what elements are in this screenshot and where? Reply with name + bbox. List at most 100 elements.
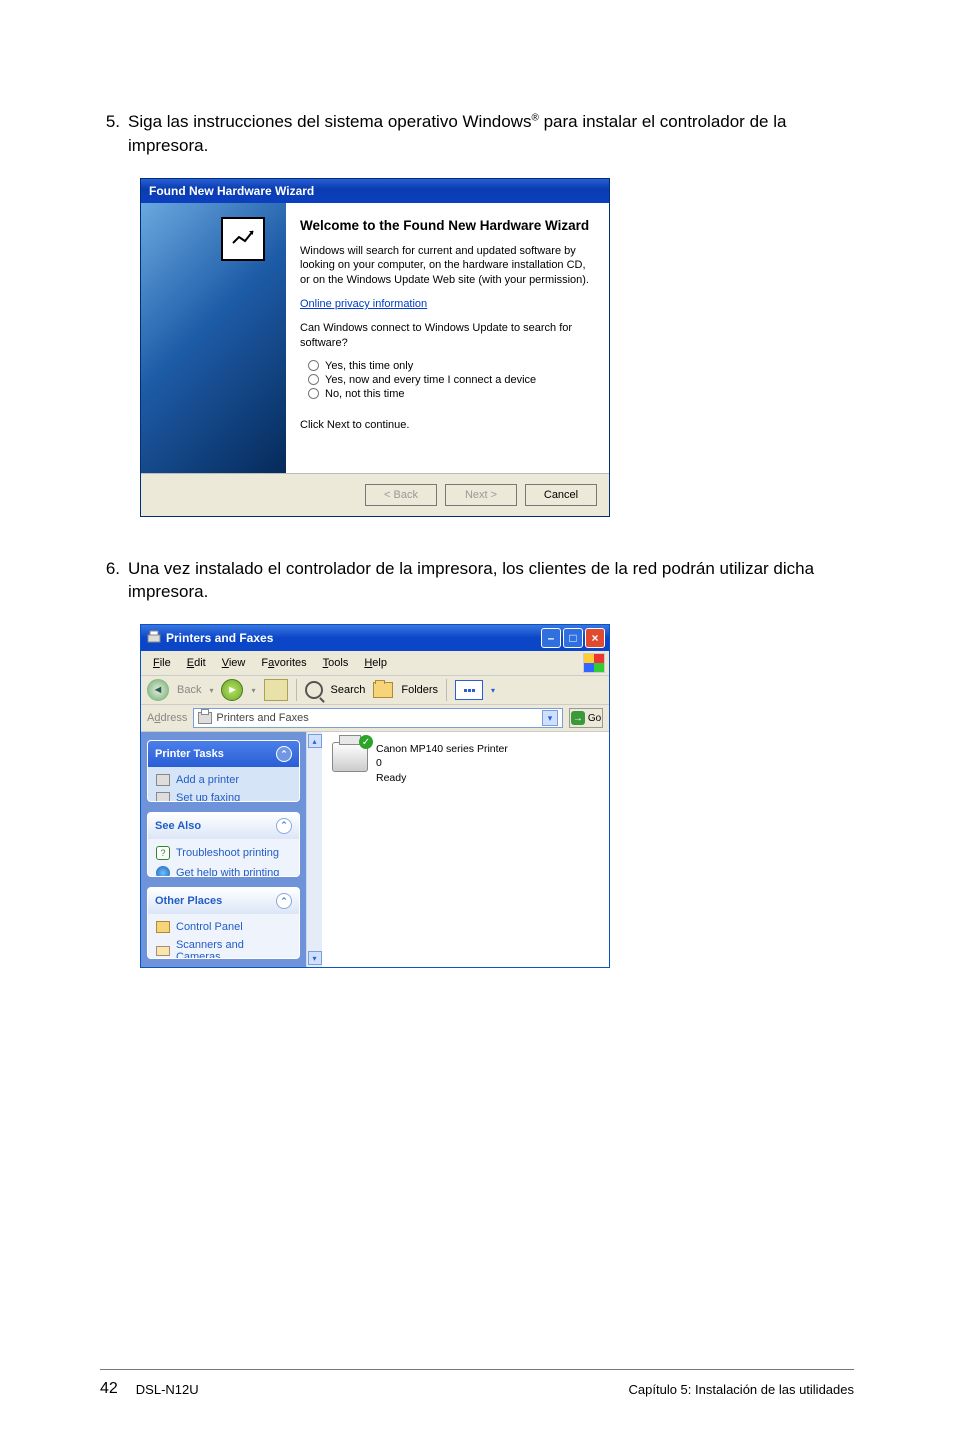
add-printer-label: Add a printer xyxy=(176,774,239,786)
menu-edit[interactable]: Edit xyxy=(179,655,214,671)
window-titlebar[interactable]: Printers and Faxes – □ × xyxy=(141,625,609,651)
printer-item[interactable]: ✓ Canon MP140 series Printer 0 Ready xyxy=(332,742,599,785)
chevron-up-icon: ⌃ xyxy=(276,746,292,762)
back-label: Back xyxy=(177,684,201,696)
printer-tasks-title: Printer Tasks xyxy=(155,748,224,760)
next-button[interactable]: Next > xyxy=(445,484,517,506)
scanners-label: Scanners and Cameras xyxy=(176,939,291,959)
page-number: 42 xyxy=(100,1380,118,1398)
address-dropdown-icon[interactable]: ▾ xyxy=(542,710,558,726)
search-icon[interactable] xyxy=(305,681,323,699)
printer-tasks-header[interactable]: Printer Tasks ⌃ xyxy=(148,741,299,767)
other-places-header[interactable]: Other Places ⌃ xyxy=(148,888,299,914)
menu-file-rest: ile xyxy=(160,657,171,669)
menu-tools[interactable]: Tools xyxy=(315,655,357,671)
radio-yes-once-label: Yes, this time only xyxy=(325,360,413,372)
get-help-label: Get help with printing xyxy=(176,867,279,877)
printers-and-faxes-window: Printers and Faxes – □ × File Edit View … xyxy=(140,624,610,968)
folders-icon[interactable] xyxy=(373,682,393,698)
see-also-body: ? Troubleshoot printing Get help with pri… xyxy=(148,839,299,877)
search-label[interactable]: Search xyxy=(331,684,366,696)
tasks-pane: Printer Tasks ⌃ Add a printer Set up fax… xyxy=(141,732,306,967)
add-printer-icon xyxy=(156,774,170,786)
go-label: Go xyxy=(588,713,601,724)
radio-yes-always-label: Yes, now and every time I connect a devi… xyxy=(325,374,536,386)
printers-list: ✓ Canon MP140 series Printer 0 Ready xyxy=(322,732,609,967)
cancel-button[interactable]: Cancel xyxy=(525,484,597,506)
back-button-icon[interactable]: ◄ xyxy=(147,679,169,701)
step-5: 5. Siga las instrucciones del sistema op… xyxy=(100,110,854,158)
printer-docs: 0 xyxy=(376,756,508,770)
chevron-up-icon: ⌃ xyxy=(276,818,292,834)
wizard-content: Welcome to the Found New Hardware Wizard… xyxy=(286,203,609,473)
see-also-title: See Also xyxy=(155,820,201,832)
wizard-continue-hint: Click Next to continue. xyxy=(300,418,595,432)
menu-help[interactable]: Help xyxy=(356,655,395,671)
fax-icon xyxy=(156,792,170,802)
troubleshoot-link[interactable]: ? Troubleshoot printing xyxy=(148,843,299,863)
go-button[interactable]: → Go xyxy=(569,708,603,728)
printer-name: Canon MP140 series Printer xyxy=(376,742,508,756)
maximize-button[interactable]: □ xyxy=(563,628,583,648)
toolbar: ◄ Back ▾ ► ▾ Search Folders ▾ xyxy=(141,676,609,705)
back-button: < Back xyxy=(365,484,437,506)
window-body: Printer Tasks ⌃ Add a printer Set up fax… xyxy=(141,732,609,967)
folder-icon xyxy=(156,921,170,933)
wizard-heading: Welcome to the Found New Hardware Wizard xyxy=(300,217,595,235)
step-5-text-a: Siga las instrucciones del sistema opera… xyxy=(128,112,531,131)
printer-tasks-panel: Printer Tasks ⌃ Add a printer Set up fax… xyxy=(147,740,300,802)
scanners-link[interactable]: Scanners and Cameras xyxy=(148,936,299,959)
scroll-down-icon[interactable]: ▾ xyxy=(308,951,322,965)
address-printer-icon xyxy=(198,712,212,724)
wizard-question: Can Windows connect to Windows Update to… xyxy=(300,321,595,350)
minimize-button[interactable]: – xyxy=(541,628,561,648)
up-button-icon[interactable] xyxy=(264,679,288,701)
control-panel-link[interactable]: Control Panel xyxy=(148,918,299,936)
troubleshoot-label: Troubleshoot printing xyxy=(176,847,279,859)
help-icon: ? xyxy=(156,846,170,860)
get-help-link[interactable]: Get help with printing xyxy=(148,863,299,877)
printer-status: Ready xyxy=(376,771,508,785)
folders-label[interactable]: Folders xyxy=(401,684,438,696)
menu-bar: File Edit View Favorites Tools Help xyxy=(141,651,609,676)
add-printer-link[interactable]: Add a printer xyxy=(148,771,299,789)
printer-tasks-body: Add a printer Set up faxing xyxy=(148,767,299,802)
radio-yes-once[interactable]: Yes, this time only xyxy=(308,360,595,372)
close-button[interactable]: × xyxy=(585,628,605,648)
radio-icon xyxy=(308,388,319,399)
scanner-icon xyxy=(156,946,170,956)
radio-no[interactable]: No, not this time xyxy=(308,388,595,400)
menu-view[interactable]: View xyxy=(214,655,254,671)
go-arrow-icon: → xyxy=(571,711,585,725)
radio-icon xyxy=(308,360,319,371)
check-icon: ✓ xyxy=(359,735,373,749)
forward-button-icon[interactable]: ► xyxy=(221,679,243,701)
radio-yes-always[interactable]: Yes, now and every time I connect a devi… xyxy=(308,374,595,386)
menu-favorites[interactable]: Favorites xyxy=(253,655,314,671)
hardware-icon xyxy=(221,217,265,261)
windows-logo-icon xyxy=(583,653,605,673)
address-input[interactable]: Printers and Faxes ▾ xyxy=(193,708,563,728)
views-button[interactable] xyxy=(455,680,483,700)
scroll-up-icon[interactable]: ▴ xyxy=(308,734,322,748)
wizard-titlebar: Found New Hardware Wizard xyxy=(141,179,609,203)
page-footer: 42 DSL-N12U Capítulo 5: Instalación de l… xyxy=(100,1369,854,1398)
address-label: Address xyxy=(147,712,187,724)
wizard-body: Welcome to the Found New Hardware Wizard… xyxy=(141,203,609,473)
set-up-faxing-link[interactable]: Set up faxing xyxy=(148,789,299,802)
step-6: 6. Una vez instalado el controlador de l… xyxy=(100,557,854,605)
window-title: Printers and Faxes xyxy=(166,631,273,645)
left-scrollbar[interactable]: ▴ ▾ xyxy=(306,732,322,967)
privacy-link[interactable]: Online privacy information xyxy=(300,298,427,310)
wizard-footer: < Back Next > Cancel xyxy=(141,473,609,516)
separator xyxy=(446,679,447,701)
see-also-panel: See Also ⌃ ? Troubleshoot printing Get he… xyxy=(147,812,300,877)
control-panel-label: Control Panel xyxy=(176,921,243,933)
step-6-text: Una vez instalado el controlador de la i… xyxy=(128,557,854,605)
step-5-number: 5. xyxy=(100,110,128,158)
step-5-text: Siga las instrucciones del sistema opera… xyxy=(128,110,854,158)
see-also-header[interactable]: See Also ⌃ xyxy=(148,813,299,839)
step-6-number: 6. xyxy=(100,557,128,605)
set-up-faxing-label: Set up faxing xyxy=(176,792,240,802)
menu-file[interactable]: File xyxy=(145,655,179,671)
